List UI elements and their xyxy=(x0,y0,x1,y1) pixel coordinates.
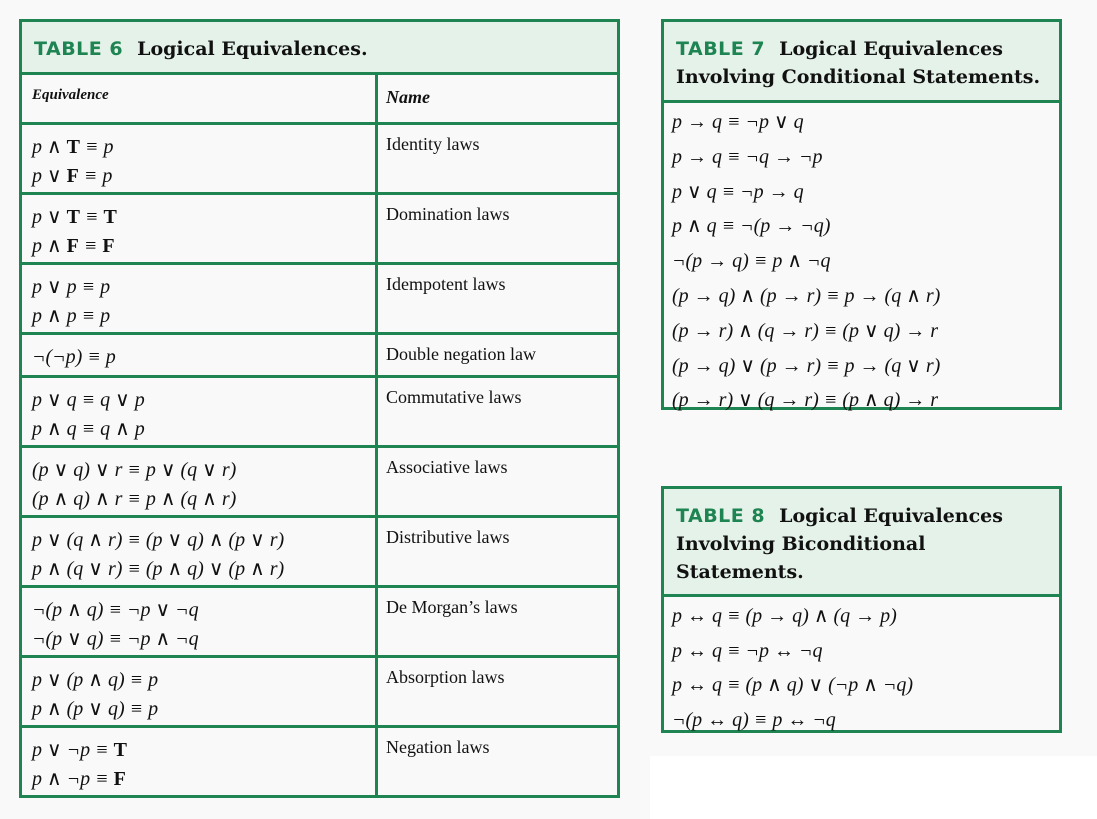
false-constant: F xyxy=(66,165,79,187)
law-name: Idempotent laws xyxy=(386,274,506,294)
table-row: p ∨ (q ∧ r) ≡ (p ∨ q) ∧ (p ∨ r) p ∧ (q ∨ … xyxy=(22,518,617,588)
equivalence-formula: p ∨ q ≡ q ∨ p xyxy=(32,389,145,411)
equivalence-formula: (p → r) ∨ (q → r) ≡ (p ∧ q) → r xyxy=(672,389,939,412)
equivalence-cell: p ∨ q ≡ q ∨ p p ∧ q ≡ q ∧ p xyxy=(32,386,367,444)
equivalence-formula: ¬(p ∧ q) ≡ ¬p ∨ ¬q xyxy=(32,599,199,621)
table-row: p ∨ (p ∧ q) ≡ p p ∧ (p ∨ q) ≡ p Absorption… xyxy=(22,658,617,728)
equivalence-formula: p ∧ q ≡ q ∧ p xyxy=(32,418,145,440)
table-6-title: Logical Equivalences. xyxy=(137,38,368,60)
table-row: p ∧ T ≡ p p ∨ F ≡ p Identity laws xyxy=(22,125,617,195)
equivalence-formula: p ∨ (p ∧ q) ≡ p xyxy=(32,669,159,691)
equivalence-formula: p ∧ ¬p ≡ F xyxy=(32,768,126,790)
law-name: Negation laws xyxy=(386,737,490,757)
law-name: Absorption laws xyxy=(386,667,505,687)
true-constant: T xyxy=(66,136,80,158)
true-constant: T xyxy=(66,206,80,228)
law-name: Domination laws xyxy=(386,204,510,224)
false-constant: F xyxy=(113,768,126,790)
blank-region xyxy=(650,756,1097,819)
equivalence-cell: p ∧ T ≡ p p ∨ F ≡ p xyxy=(32,133,367,191)
table-8-caption: TABLE 8 Logical Equivalences Involving Bi… xyxy=(664,489,1059,597)
law-name: Double negation law xyxy=(386,344,536,364)
equivalence-formula: p ∧ T ≡ p xyxy=(32,136,114,158)
column-header-name: Name xyxy=(386,87,430,107)
table-7-number: TABLE 7 xyxy=(676,38,766,60)
equivalence-formula: p ∧ q ≡ ¬(p → ¬q) xyxy=(672,215,831,238)
equivalence-formula: p ∨ T ≡ T xyxy=(32,206,117,228)
equivalence-formula: p ∧ p ≡ p xyxy=(32,305,111,327)
equivalence-formula: p ∨ F ≡ p xyxy=(32,165,113,187)
equivalence-cell: p ∨ ¬p ≡ T p ∧ ¬p ≡ F xyxy=(32,736,367,794)
table-6-header-row: Equivalence Name xyxy=(22,72,617,125)
equivalence-formula: p ∧ (p ∨ q) ≡ p xyxy=(32,698,159,720)
equivalence-formula: (p ∧ q) ∧ r ≡ p ∧ (q ∧ r) xyxy=(32,488,237,510)
false-constant: F xyxy=(102,235,115,257)
table-7-conditional-equivalences: TABLE 7 Logical Equivalences Involving Co… xyxy=(661,19,1062,411)
equivalence-formula: p ∨ (q ∧ r) ≡ (p ∨ q) ∧ (p ∨ r) xyxy=(32,529,285,551)
equivalence-formula: (p ∨ q) ∨ r ≡ p ∨ (q ∨ r) xyxy=(32,459,237,481)
equivalence-formula: p ↔ q ≡ (p ∧ q) ∨ (¬p ∧ ¬q) xyxy=(672,674,914,696)
table-8-number: TABLE 8 xyxy=(676,505,766,527)
equivalence-formula: p ∧ F ≡ F xyxy=(32,235,115,257)
table-8-biconditional-equivalences: TABLE 8 Logical Equivalences Involving Bi… xyxy=(661,486,1062,733)
equivalence-cell: ¬(¬p) ≡ p xyxy=(32,343,367,372)
equivalence-formula: p ∧ (q ∨ r) ≡ (p ∧ q) ∨ (p ∧ r) xyxy=(32,558,285,580)
table-row: p ∨ ¬p ≡ T p ∧ ¬p ≡ F Negation laws xyxy=(22,728,617,798)
true-constant: T xyxy=(113,739,127,761)
table-row: (p ∨ q) ∨ r ≡ p ∨ (q ∨ r) (p ∧ q) ∧ r ≡ p… xyxy=(22,448,617,518)
equivalence-formula: ¬(p ↔ q) ≡ p ↔ ¬q xyxy=(672,708,836,731)
table-8-equivalence-list: p ↔ q ≡ (p → q) ∧ (q → p) p ↔ q ≡ ¬p ↔ ¬q… xyxy=(664,597,1059,739)
equivalence-formula: (p → q) ∧ (p → r) ≡ p → (q ∧ r) xyxy=(672,284,941,307)
equivalence-formula: p ↔ q ≡ (p → q) ∧ (q → p) xyxy=(672,605,897,627)
table-row: p ∨ p ≡ p p ∧ p ≡ p Idempotent laws xyxy=(22,265,617,335)
equivalence-formula: p → q ≡ ¬q → ¬p xyxy=(672,145,823,168)
law-name: Associative laws xyxy=(386,457,508,477)
false-constant: F xyxy=(66,235,79,257)
equivalence-formula: p ∨ p ≡ p xyxy=(32,276,111,298)
equivalence-formula: p ↔ q ≡ ¬p ↔ ¬q xyxy=(672,639,823,662)
table-6-logical-equivalences: TABLE 6 Logical Equivalences. Equivalence… xyxy=(19,19,620,798)
law-name: Distributive laws xyxy=(386,527,510,547)
table-row: ¬(¬p) ≡ p Double negation law xyxy=(22,335,617,378)
table-row: ¬(p ∧ q) ≡ ¬p ∨ ¬q ¬(p ∨ q) ≡ ¬p ∧ ¬q De M… xyxy=(22,588,617,658)
equivalence-formula: ¬(p ∨ q) ≡ ¬p ∧ ¬q xyxy=(32,628,199,650)
true-constant: T xyxy=(103,206,117,228)
table-6-number: TABLE 6 xyxy=(34,38,124,60)
equivalence-cell: p ∨ p ≡ p p ∧ p ≡ p xyxy=(32,273,367,331)
equivalence-formula: (p → q) ∨ (p → r) ≡ p → (q ∨ r) xyxy=(672,354,941,377)
equivalence-cell: p ∨ (p ∧ q) ≡ p p ∧ (p ∨ q) ≡ p xyxy=(32,666,367,724)
table-row: p ∨ T ≡ T p ∧ F ≡ F Domination laws xyxy=(22,195,617,265)
equivalence-cell: p ∨ T ≡ T p ∧ F ≡ F xyxy=(32,203,367,261)
equivalence-formula: (p → r) ∧ (q → r) ≡ (p ∨ q) → r xyxy=(672,319,939,342)
law-name: Commutative laws xyxy=(386,387,522,407)
table-7-equivalence-list: p → q ≡ ¬p ∨ q p → q ≡ ¬q → ¬p p ∨ q ≡ ¬p … xyxy=(664,103,1059,420)
equivalence-formula: p ∨ q ≡ ¬p → q xyxy=(672,180,804,203)
equivalence-cell: p ∨ (q ∧ r) ≡ (p ∨ q) ∧ (p ∨ r) p ∧ (q ∨ … xyxy=(32,526,367,584)
law-name: Identity laws xyxy=(386,134,480,154)
equivalence-formula: ¬(p → q) ≡ p ∧ ¬q xyxy=(672,250,831,273)
table-6-caption: TABLE 6 Logical Equivalences. xyxy=(22,22,617,75)
column-header-equivalence: Equivalence xyxy=(32,87,109,103)
table-row: p ∨ q ≡ q ∨ p p ∧ q ≡ q ∧ p Commutative la… xyxy=(22,378,617,448)
equivalence-cell: ¬(p ∧ q) ≡ ¬p ∨ ¬q ¬(p ∨ q) ≡ ¬p ∧ ¬q xyxy=(32,596,367,654)
equivalence-formula: p → q ≡ ¬p ∨ q xyxy=(672,111,804,133)
equivalence-formula: p ∨ ¬p ≡ T xyxy=(32,739,127,761)
law-name: De Morgan’s laws xyxy=(386,597,518,617)
table-7-caption: TABLE 7 Logical Equivalences Involving Co… xyxy=(664,22,1059,103)
equivalence-cell: (p ∨ q) ∨ r ≡ p ∨ (q ∨ r) (p ∧ q) ∧ r ≡ p… xyxy=(32,456,367,514)
equivalence-formula: ¬(¬p) ≡ p xyxy=(32,346,116,368)
